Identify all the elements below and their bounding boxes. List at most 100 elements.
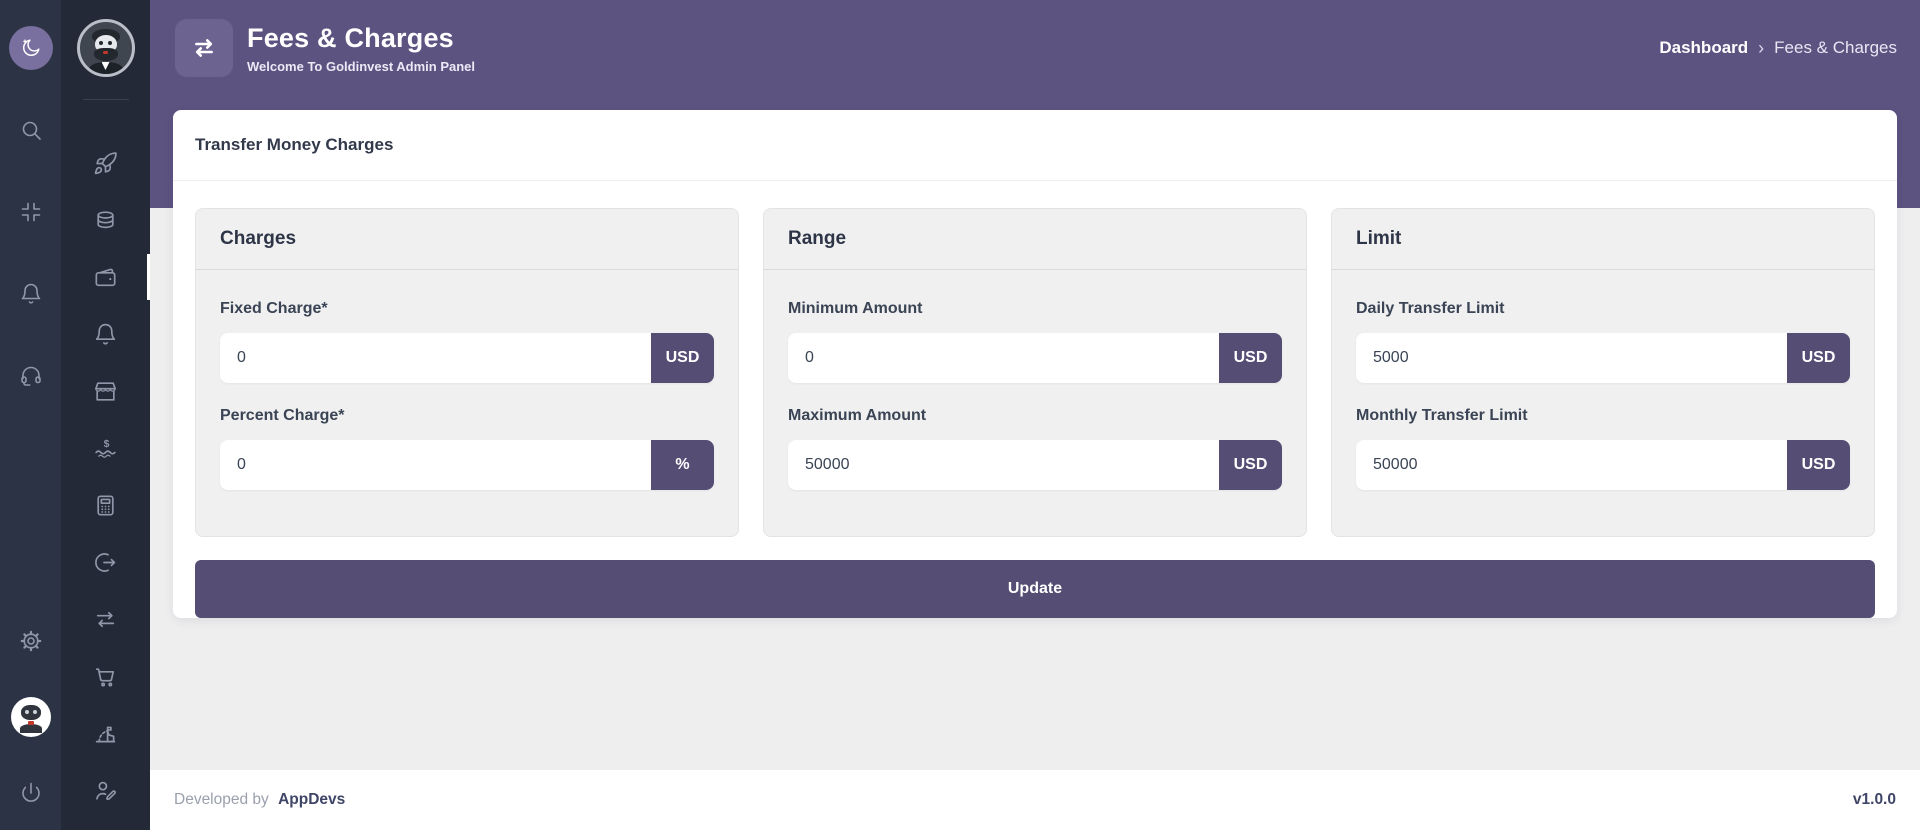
field-label: Maximum Amount bbox=[788, 407, 1282, 425]
maximum-amount-input[interactable] bbox=[788, 440, 1219, 490]
panel-title: Charges bbox=[196, 209, 738, 270]
sidebar-toggle-button[interactable] bbox=[175, 19, 233, 77]
panel-title: Limit bbox=[1332, 209, 1874, 270]
search-icon[interactable] bbox=[9, 108, 53, 152]
sidebar-item-cart[interactable] bbox=[84, 654, 128, 698]
title-wrap: Fees & Charges Welcome To Goldinvest Adm… bbox=[175, 19, 475, 77]
store-icon bbox=[93, 379, 118, 404]
panel-title: Range bbox=[764, 209, 1306, 270]
version-label: v1.0.0 bbox=[1853, 791, 1896, 809]
chevron-right-icon: › bbox=[1758, 38, 1764, 59]
input-group: USD bbox=[220, 333, 714, 383]
daily-transfer-limit-input[interactable] bbox=[1356, 333, 1787, 383]
breadcrumb-current: Fees & Charges bbox=[1774, 38, 1897, 58]
mascot-eye bbox=[25, 710, 29, 714]
page-titles: Fees & Charges Welcome To Goldinvest Adm… bbox=[247, 23, 475, 74]
input-group: USD bbox=[788, 440, 1282, 490]
monthly-transfer-limit-input[interactable] bbox=[1356, 440, 1787, 490]
field-label: Daily Transfer Limit bbox=[1356, 300, 1850, 318]
logout-icon bbox=[93, 550, 118, 575]
sidebar-item-notifications[interactable] bbox=[84, 312, 128, 356]
mascot-eye bbox=[108, 41, 112, 45]
transfer-charges-card: Transfer Money Charges Charges Fixed Cha… bbox=[173, 110, 1897, 618]
update-button[interactable]: Update bbox=[195, 560, 1875, 618]
currency-addon: USD bbox=[651, 333, 714, 383]
sidebar-item-level[interactable] bbox=[84, 711, 128, 755]
headset-icon[interactable] bbox=[9, 354, 53, 398]
user-edit-icon bbox=[93, 778, 118, 803]
sidebar-item-user-edit[interactable] bbox=[84, 768, 128, 812]
cart-icon bbox=[93, 664, 118, 689]
developed-by-text: Developed by bbox=[174, 791, 269, 808]
mascot-hair bbox=[21, 705, 41, 720]
exchange-icon bbox=[191, 35, 217, 61]
sidebar-item-store[interactable] bbox=[84, 369, 128, 413]
user-avatar[interactable] bbox=[11, 697, 51, 737]
menu-list: $ bbox=[84, 128, 128, 830]
sidebar-item-transfer[interactable] bbox=[84, 597, 128, 641]
currency-addon: USD bbox=[1219, 333, 1282, 383]
sidebar-item-logout[interactable] bbox=[84, 540, 128, 584]
wallet-icon bbox=[93, 265, 118, 290]
page-header: Fees & Charges Welcome To Goldinvest Adm… bbox=[150, 0, 1920, 96]
mascot-beard bbox=[94, 48, 118, 61]
minimum-amount-input[interactable] bbox=[788, 333, 1219, 383]
breadcrumb-dashboard[interactable]: Dashboard bbox=[1659, 38, 1748, 58]
input-group: USD bbox=[1356, 440, 1850, 490]
sidebar-item-coins[interactable] bbox=[84, 198, 128, 242]
coins-icon bbox=[93, 208, 118, 233]
panel-body: Daily Transfer Limit USD Monthly Transfe… bbox=[1332, 270, 1874, 536]
currency-addon: USD bbox=[1219, 440, 1282, 490]
card-title: Transfer Money Charges bbox=[173, 110, 1897, 181]
panel-body: Minimum Amount USD Maximum Amount USD bbox=[764, 270, 1306, 536]
app-root: $ bbox=[0, 0, 1920, 830]
field-fixed-charge: Fixed Charge* USD bbox=[220, 300, 714, 383]
sidebar-item-rocket[interactable] bbox=[84, 141, 128, 185]
field-percent-charge: Percent Charge* % bbox=[220, 407, 714, 490]
field-label: Minimum Amount bbox=[788, 300, 1282, 318]
percent-addon: % bbox=[651, 440, 714, 490]
mascot-eye bbox=[33, 710, 37, 714]
panel-body: Fixed Charge* USD Percent Charge* % bbox=[196, 270, 738, 536]
range-panel: Range Minimum Amount USD Maximum Amount bbox=[763, 208, 1307, 537]
mascot-mouth bbox=[103, 51, 108, 54]
input-group: % bbox=[220, 440, 714, 490]
input-group: USD bbox=[1356, 333, 1850, 383]
profile-avatar[interactable] bbox=[77, 19, 135, 77]
percent-charge-input[interactable] bbox=[220, 440, 651, 490]
exchange-icon bbox=[93, 607, 118, 632]
field-daily-limit: Daily Transfer Limit USD bbox=[1356, 300, 1850, 383]
bell-icon[interactable] bbox=[9, 272, 53, 316]
compress-icon[interactable] bbox=[9, 190, 53, 234]
level-icon bbox=[93, 721, 118, 746]
field-monthly-limit: Monthly Transfer Limit USD bbox=[1356, 407, 1850, 490]
field-label: Percent Charge* bbox=[220, 407, 714, 425]
power-icon[interactable] bbox=[9, 771, 53, 815]
gear-icon[interactable] bbox=[9, 619, 53, 663]
sidebar-item-money[interactable]: $ bbox=[84, 426, 128, 470]
field-minimum-amount: Minimum Amount USD bbox=[788, 300, 1282, 383]
page-title: Fees & Charges bbox=[247, 23, 475, 54]
appdevs-link[interactable]: AppDevs bbox=[278, 791, 345, 808]
calculator-icon bbox=[93, 493, 118, 518]
page-subtitle: Welcome To Goldinvest Admin Panel bbox=[247, 59, 475, 74]
field-label: Monthly Transfer Limit bbox=[1356, 407, 1850, 425]
fixed-charge-input[interactable] bbox=[220, 333, 651, 383]
sidebar-menu: $ bbox=[61, 0, 150, 830]
dark-mode-toggle[interactable] bbox=[9, 26, 53, 70]
sidebar-item-wallet[interactable] bbox=[84, 255, 128, 299]
main-area: Fees & Charges Welcome To Goldinvest Adm… bbox=[150, 0, 1920, 830]
sidebar-item-calculator[interactable] bbox=[84, 483, 128, 527]
currency-addon: USD bbox=[1787, 440, 1850, 490]
field-maximum-amount: Maximum Amount USD bbox=[788, 407, 1282, 490]
breadcrumb: Dashboard › Fees & Charges bbox=[1659, 38, 1897, 59]
mascot-bow bbox=[28, 721, 34, 725]
footer: Developed by AppDevs v1.0.0 bbox=[150, 770, 1920, 830]
menu-divider bbox=[83, 99, 129, 100]
currency-addon: USD bbox=[1787, 333, 1850, 383]
input-group: USD bbox=[788, 333, 1282, 383]
mascot-eye bbox=[99, 41, 103, 45]
money-wave-icon: $ bbox=[93, 436, 118, 461]
svg-text:$: $ bbox=[104, 438, 110, 449]
sidebar-item-user[interactable] bbox=[84, 825, 128, 830]
